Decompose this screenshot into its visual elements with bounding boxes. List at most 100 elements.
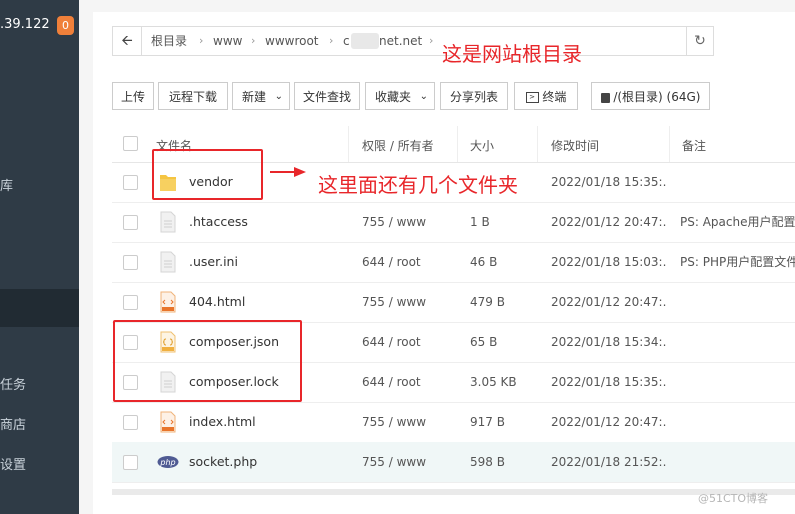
chevron-down-icon: ⌄ <box>419 91 428 102</box>
file-note[interactable] <box>680 162 795 202</box>
favorites-dropdown[interactable]: 收藏夹 ⌄ <box>365 82 435 110</box>
file-size: 46 B <box>470 255 498 269</box>
column-divider <box>537 126 538 162</box>
file-name[interactable]: 404.html <box>189 282 245 322</box>
sidebar-item-tasks[interactable]: 任务 <box>0 367 79 405</box>
file-note[interactable]: PS: PHP用户配置文件 <box>680 242 795 282</box>
file-perm[interactable]: 644 / root <box>362 322 421 362</box>
refresh-icon[interactable]: ↻ <box>686 27 713 55</box>
terminal-icon: > <box>525 92 539 103</box>
file-name[interactable]: socket.php <box>189 442 257 482</box>
file-size: 65 B <box>470 335 498 349</box>
upload-button[interactable]: 上传 <box>112 82 154 110</box>
html-file-icon <box>160 411 176 433</box>
new-dropdown[interactable]: 新建 ⌄ <box>232 82 290 110</box>
file-search-button[interactable]: 文件查找 <box>294 82 360 110</box>
file-name[interactable]: .htaccess <box>189 202 248 242</box>
table-row[interactable]: 404.html 755 / www 479 B 2022/01/12 20:4… <box>112 282 795 323</box>
back-arrow-icon[interactable]: 🡨 <box>113 27 142 55</box>
select-all-checkbox[interactable] <box>123 136 138 151</box>
table-row[interactable]: index.html 755 / www 917 B 2022/01/12 20… <box>112 402 795 443</box>
file-size: 917 B <box>470 415 505 429</box>
row-checkbox[interactable] <box>123 215 138 230</box>
watermark: @51CTO博客 <box>698 492 769 505</box>
sidebar-item-files[interactable] <box>0 289 79 327</box>
disk-button[interactable]: /(根目录) (64G) <box>591 82 710 110</box>
table-row[interactable]: php socket.php 755 / www 598 B 2022/01/1… <box>112 442 795 483</box>
svg-text:php: php <box>159 458 175 467</box>
server-ip: .39.122 <box>0 17 50 32</box>
horizontal-scrollbar[interactable] <box>112 489 795 495</box>
chevron-right-icon: › <box>329 34 334 47</box>
sidebar-item-settings[interactable]: 设置 <box>0 447 79 485</box>
file-note[interactable] <box>680 402 795 442</box>
table-row[interactable]: .user.ini 644 / root 46 B 2022/01/18 15:… <box>112 242 795 283</box>
remote-download-button[interactable]: 远程下载 <box>158 82 228 110</box>
file-size: 1 B <box>470 215 490 229</box>
row-checkbox[interactable] <box>123 295 138 310</box>
file-perm[interactable]: 755 / www <box>362 402 426 442</box>
new-label: 新建 <box>242 90 267 104</box>
highlight-box-vendor <box>152 149 263 200</box>
file-note[interactable]: PS: Apache用户配置文 <box>680 202 795 242</box>
row-checkbox[interactable] <box>123 415 138 430</box>
file-perm[interactable]: 755 / www <box>362 442 426 482</box>
highlight-box-composer <box>113 320 302 402</box>
sidebar-item-label: 任务 <box>0 378 27 393</box>
file-mtime: 2022/01/18 15:03:... <box>551 255 666 269</box>
file-perm[interactable]: 644 / root <box>362 242 421 282</box>
file-note[interactable] <box>680 322 795 362</box>
file-size: 3.05 KB <box>470 375 517 389</box>
redacted-mask <box>351 33 379 49</box>
file-size: 598 B <box>470 455 505 469</box>
share-list-button[interactable]: 分享列表 <box>440 82 508 110</box>
breadcrumb-root[interactable]: 根目录 <box>151 27 187 55</box>
file-perm[interactable]: 644 / root <box>362 362 421 402</box>
file-note[interactable] <box>680 362 795 402</box>
file-name[interactable]: index.html <box>189 402 256 442</box>
favorites-label: 收藏夹 <box>375 90 412 104</box>
file-name[interactable]: .user.ini <box>189 242 238 282</box>
breadcrumb-site[interactable]: net.net <box>379 27 422 55</box>
breadcrumb: 🡨 根目录 › www › wwwroot › c net.net › ↻ <box>112 26 714 56</box>
column-divider <box>669 126 670 162</box>
header-mtime[interactable]: 修改时间 <box>551 137 599 154</box>
terminal-button[interactable]: > 终端 <box>514 82 578 110</box>
sidebar-item-label: 设置 <box>0 458 27 473</box>
breadcrumb-site-prefix[interactable]: c <box>343 27 350 55</box>
file-icon <box>160 251 176 273</box>
sidebar-item-label: 商店 <box>0 418 27 433</box>
breadcrumb-www[interactable]: www <box>213 27 242 55</box>
file-perm[interactable]: 755 / www <box>362 282 426 322</box>
chevron-right-icon: › <box>251 34 256 47</box>
header-size[interactable]: 大小 <box>470 137 494 154</box>
file-mtime: 2022/01/18 15:35:... <box>551 375 666 389</box>
file-note[interactable] <box>680 442 795 482</box>
sidebar-item-store[interactable]: 商店 <box>0 407 79 445</box>
file-mtime: 2022/01/18 15:35:... <box>551 175 666 189</box>
file-mtime: 2022/01/12 20:47:... <box>551 295 666 309</box>
php-file-icon: php <box>157 456 179 468</box>
annotation-arrow-icon <box>270 167 306 177</box>
file-icon <box>160 211 176 233</box>
row-checkbox[interactable] <box>123 255 138 270</box>
header-perm[interactable]: 权限 / 所有者 <box>362 137 434 154</box>
chevron-right-icon: › <box>199 34 204 47</box>
header-note: 备注 <box>682 139 707 153</box>
disk-label: /(根目录) (64G) <box>613 90 701 104</box>
breadcrumb-wwwroot[interactable]: wwwroot <box>265 27 319 55</box>
annotation-root-note: 这是网站根目录 <box>442 42 582 66</box>
file-note[interactable] <box>680 282 795 322</box>
sidebar-item-database[interactable]: 库 <box>0 168 79 206</box>
table-row[interactable]: .htaccess 755 / www 1 B 2022/01/12 20:47… <box>112 202 795 243</box>
terminal-label: 终端 <box>542 90 567 104</box>
disk-icon <box>600 92 610 103</box>
html-file-icon <box>160 291 176 313</box>
row-checkbox[interactable] <box>123 455 138 470</box>
sidebar: .39.122 0 库 任务 商店 设置 <box>0 0 79 514</box>
notification-badge[interactable]: 0 <box>57 16 74 35</box>
file-mtime: 2022/01/18 15:34:... <box>551 335 666 349</box>
annotation-folder-note: 这里面还有几个文件夹 <box>318 173 518 197</box>
row-checkbox[interactable] <box>123 175 138 190</box>
file-perm[interactable]: 755 / www <box>362 202 426 242</box>
